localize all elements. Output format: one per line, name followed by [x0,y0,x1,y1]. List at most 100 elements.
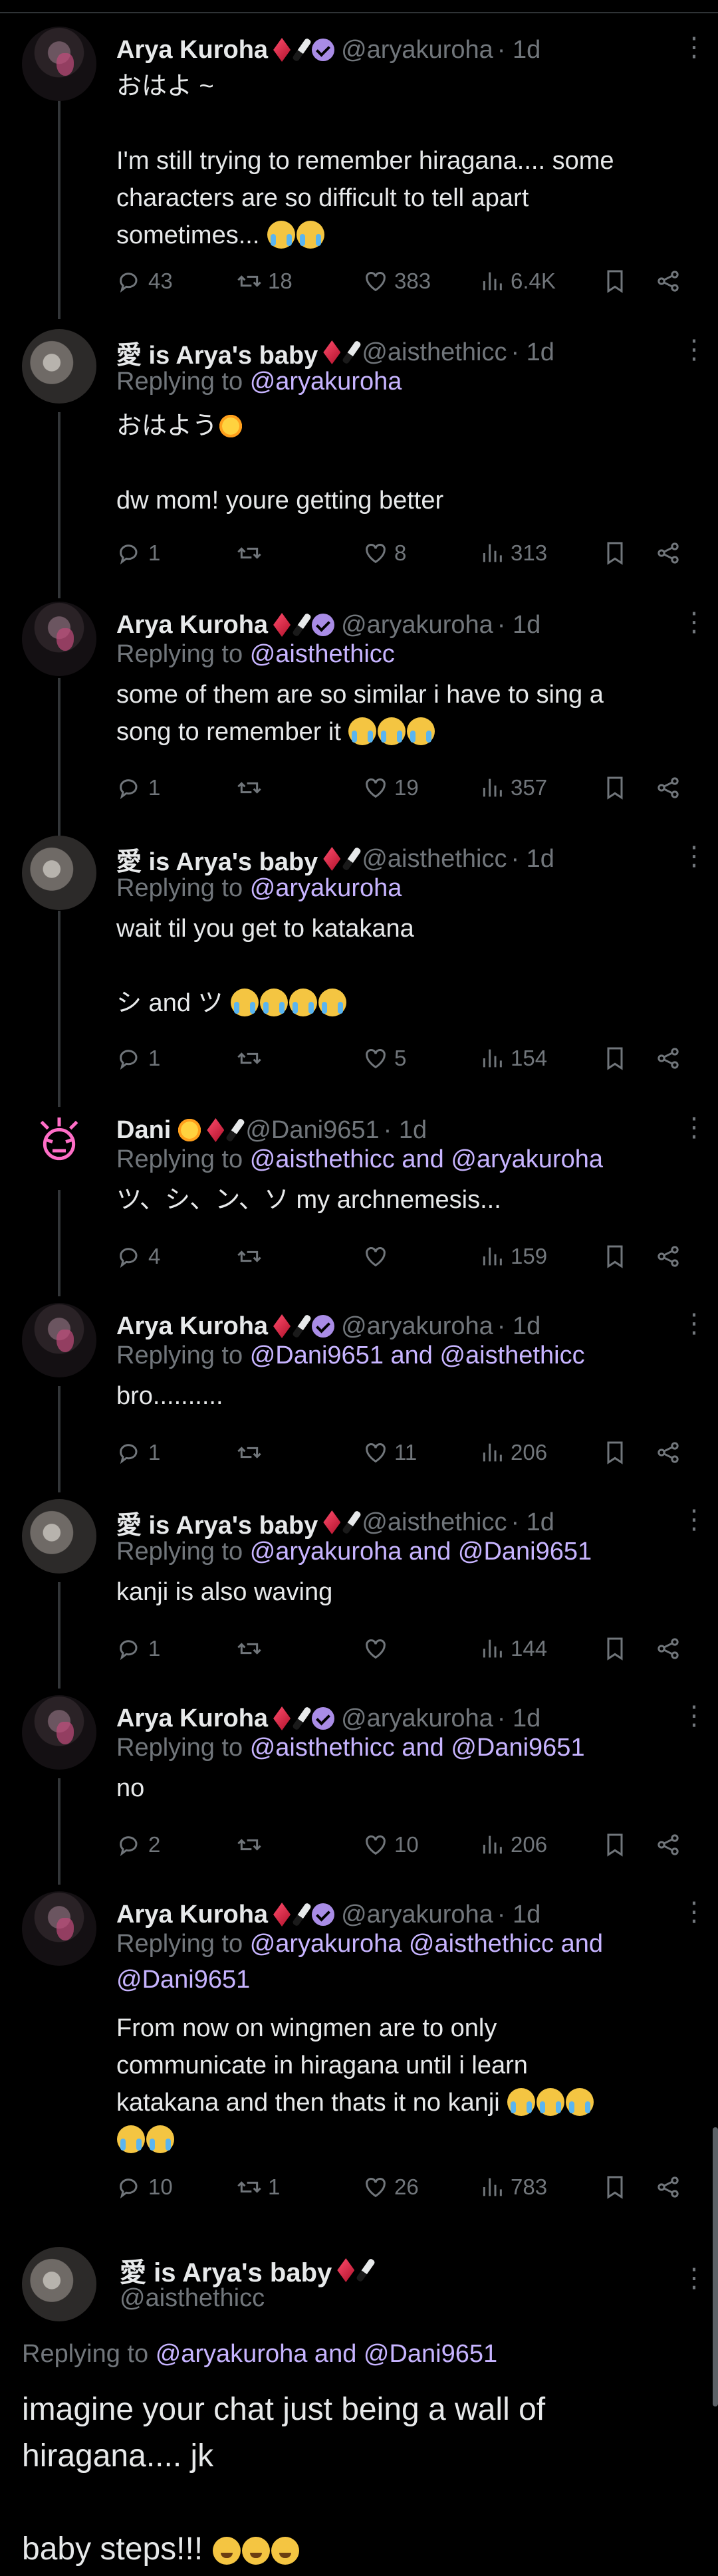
reply-mention[interactable]: @aisthethicc [250,640,395,668]
avatar[interactable] [22,602,96,676]
retweet-button[interactable]: 1 [236,2174,280,2200]
handle[interactable]: @aryakuroha [341,1312,493,1341]
views-button[interactable]: 357 [479,774,547,801]
reply-mention[interactable]: @aryakuroha [250,368,402,396]
retweet-button[interactable] [236,774,263,801]
handle[interactable]: @aryakuroha [341,1704,493,1733]
retweet-button[interactable] [236,540,263,566]
retweet-button[interactable] [236,1243,263,1270]
more-icon[interactable] [681,1504,707,1535]
like-button[interactable]: 383 [362,268,431,294]
reply-button[interactable]: 1 [116,1439,160,1466]
more-icon[interactable] [681,32,707,62]
more-icon[interactable] [681,334,707,365]
more-icon[interactable] [681,841,707,872]
reply-button[interactable]: 1 [116,1635,160,1662]
timestamp[interactable]: · 1d [497,611,540,640]
reply-button[interactable]: 43 [116,268,173,294]
views-button[interactable]: 313 [479,540,547,566]
reply-mention[interactable]: @aryakuroha @aisthethicc and [250,1930,603,1958]
share-button[interactable] [655,1439,681,1466]
handle[interactable]: @aisthethicc [362,845,507,874]
avatar[interactable] [22,1695,96,1770]
share-button[interactable] [655,1243,681,1270]
more-icon[interactable] [681,1112,707,1143]
views-button[interactable]: 154 [479,1045,547,1072]
handle[interactable]: @aisthethicc [362,338,507,367]
more-icon[interactable] [681,1700,707,1731]
reply-button[interactable]: 10 [116,2174,173,2200]
like-button[interactable]: 19 [362,774,419,801]
timestamp[interactable]: · 1d [497,1312,540,1341]
bookmark-button[interactable] [602,1439,628,1466]
bookmark-button[interactable] [602,2174,628,2200]
bookmark-button[interactable] [602,1045,628,1072]
display-name[interactable]: Arya Kuroha [116,1312,268,1341]
reply-mention[interactable]: @aisthethicc and @Dani9651 [250,1734,585,1762]
handle[interactable]: @aisthethicc [120,2284,265,2312]
display-name[interactable]: Arya Kuroha [116,1901,268,1929]
handle[interactable]: @aryakuroha [341,36,493,64]
share-button[interactable] [655,1635,681,1662]
like-button[interactable]: 11 [362,1439,417,1466]
like-button[interactable] [362,1243,389,1270]
retweet-button[interactable]: 18 [236,268,293,294]
views-button[interactable]: 206 [479,1439,547,1466]
handle[interactable]: @Dani9651 [245,1116,379,1145]
more-icon[interactable] [681,2263,707,2293]
reply-mention[interactable]: @aryakuroha and @Dani9651 [156,2340,497,2368]
like-button[interactable]: 26 [362,2174,419,2200]
like-button[interactable]: 5 [362,1045,406,1072]
retweet-button[interactable] [236,1635,263,1662]
more-icon[interactable] [681,1897,707,1927]
handle[interactable]: @aryakuroha [341,611,493,640]
retweet-button[interactable] [236,1831,263,1858]
retweet-button[interactable] [236,1045,263,1072]
views-button[interactable]: 783 [479,2174,547,2200]
views-button[interactable]: 159 [479,1243,547,1270]
more-icon[interactable] [681,607,707,638]
reply-mention[interactable]: @aryakuroha [250,874,402,902]
reply-button[interactable]: 1 [116,1045,160,1072]
avatar[interactable] [22,329,96,404]
bookmark-button[interactable] [602,1243,628,1270]
share-button[interactable] [655,540,681,566]
avatar[interactable] [22,836,96,910]
like-button[interactable] [362,1635,389,1662]
reply-mention[interactable]: @Dani9651 [116,1966,250,1994]
scrollbar[interactable] [713,2127,718,2406]
handle[interactable]: @aisthethicc [362,1508,507,1537]
avatar[interactable] [22,1891,96,1966]
views-button[interactable]: 144 [479,1635,547,1662]
bookmark-button[interactable] [602,540,628,566]
display-name[interactable]: 愛 is Arya's baby [116,841,318,878]
display-name[interactable]: Arya Kuroha [116,1704,268,1733]
reply-button[interactable]: 1 [116,540,160,566]
like-button[interactable]: 10 [362,1831,419,1858]
handle[interactable]: @aryakuroha [341,1901,493,1929]
bookmark-button[interactable] [602,268,628,294]
avatar[interactable] [22,2247,96,2321]
share-button[interactable] [655,268,681,294]
share-button[interactable] [655,2174,681,2200]
display-name[interactable]: Arya Kuroha [116,36,268,64]
bookmark-button[interactable] [602,1831,628,1858]
reply-mention[interactable]: @aisthethicc and @aryakuroha [250,1145,603,1173]
reply-button[interactable]: 4 [116,1243,160,1270]
retweet-button[interactable] [236,1439,263,1466]
reply-mention[interactable]: @aryakuroha and @Dani9651 [250,1538,592,1566]
timestamp[interactable]: · 1d [497,1704,540,1733]
timestamp[interactable]: · 1d [511,845,554,874]
display-name[interactable]: Dani [116,1116,171,1145]
reply-button[interactable]: 1 [116,774,160,801]
views-button[interactable]: 206 [479,1831,547,1858]
share-button[interactable] [655,774,681,801]
share-button[interactable] [655,1831,681,1858]
avatar[interactable] [22,1499,96,1574]
display-name[interactable]: 愛 is Arya's baby [116,334,318,371]
display-name[interactable]: Arya Kuroha [116,611,268,640]
timestamp[interactable]: · 1d [511,338,554,367]
avatar[interactable] [22,1107,96,1181]
reply-mention[interactable]: @Dani9651 and @aisthethicc [250,1342,585,1369]
avatar[interactable] [22,27,96,101]
